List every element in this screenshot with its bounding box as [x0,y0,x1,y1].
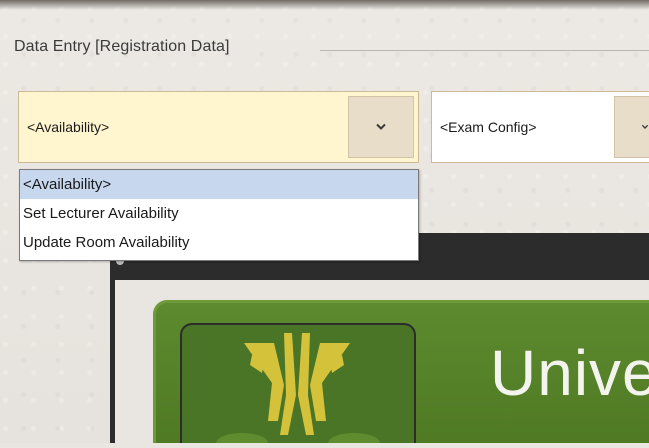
exam-config-dropdown-value[interactable]: <Exam Config> [432,92,614,162]
availability-dropdown-value[interactable]: <Availability> [19,92,348,162]
availability-dropdown[interactable]: <Availability> [18,91,419,163]
dropdown-option-availability[interactable]: <Availability> [20,170,418,199]
group-box-title: Data Entry [Registration Data] [14,38,230,55]
chevron-down-icon [641,124,649,129]
group-box-border [320,50,649,51]
university-logo [180,323,416,448]
exam-config-dropdown-button[interactable] [614,96,649,158]
university-banner-title: Unive [490,337,649,409]
exam-config-dropdown[interactable]: <Exam Config> [431,91,649,163]
window-top-edge [0,0,649,10]
chevron-down-icon [376,123,386,130]
availability-dropdown-button[interactable] [348,96,414,158]
university-crest-icon [216,333,380,448]
availability-dropdown-list: <Availability> Set Lecturer Availability… [19,169,419,261]
dropdown-option-update-room-availability[interactable]: Update Room Availability [20,228,418,257]
dropdown-option-set-lecturer-availability[interactable]: Set Lecturer Availability [20,199,418,228]
